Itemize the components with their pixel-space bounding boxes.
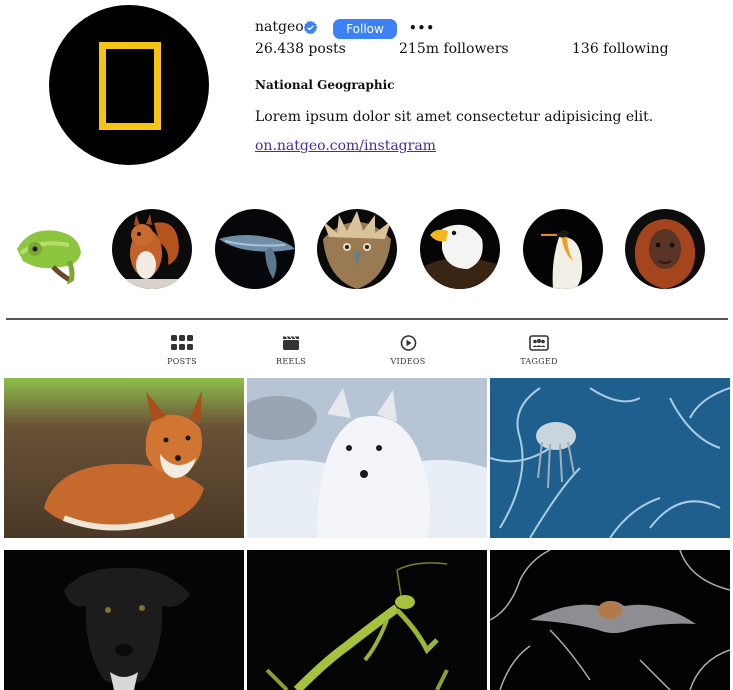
grid-icon	[171, 335, 193, 350]
highlight-whale[interactable]	[215, 209, 295, 289]
followers-count[interactable]: 215m followers	[399, 41, 509, 57]
posts-count[interactable]: 26.438 posts	[255, 41, 346, 57]
highlight-orangutan[interactable]	[625, 209, 705, 289]
tab-reels-label: REELS	[276, 357, 306, 366]
play-icon	[400, 335, 416, 351]
tab-tagged-label: TAGGED	[520, 357, 558, 366]
tab-posts-label: POSTS	[167, 357, 197, 366]
verified-badge-icon	[303, 20, 318, 35]
section-divider	[6, 318, 728, 320]
tab-videos[interactable]: VIDEOS	[373, 335, 443, 366]
bio-link[interactable]: on.natgeo.com/instagram	[255, 138, 436, 154]
post-bat[interactable]	[490, 550, 730, 690]
follow-button[interactable]: Follow	[333, 19, 397, 39]
bio-name: National Geographic	[255, 78, 395, 92]
highlight-bald-eagle[interactable]	[420, 209, 500, 289]
clapperboard-icon	[283, 336, 299, 350]
tab-tagged[interactable]: TAGGED	[504, 335, 574, 366]
tab-reels[interactable]: REELS	[256, 335, 326, 366]
post-jellyfish[interactable]	[490, 378, 730, 538]
post-arctic-fox[interactable]	[247, 378, 487, 538]
highlight-chameleon[interactable]	[9, 209, 89, 289]
following-count[interactable]: 136 following	[572, 41, 669, 57]
bio-text: Lorem ipsum dolor sit amet consectetur a…	[255, 109, 654, 125]
more-options-button[interactable]: •••	[409, 22, 435, 34]
profile-avatar[interactable]	[49, 5, 209, 165]
natgeo-logo-frame	[99, 42, 161, 130]
tab-videos-label: VIDEOS	[390, 357, 426, 366]
highlight-penguin[interactable]	[523, 209, 603, 289]
post-dog[interactable]	[4, 550, 244, 690]
highlight-philippine-eagle[interactable]	[317, 209, 397, 289]
tab-posts[interactable]: POSTS	[147, 335, 217, 366]
highlight-squirrel[interactable]	[112, 209, 192, 289]
profile-username: natgeo	[255, 19, 304, 35]
post-red-fox[interactable]	[4, 378, 244, 538]
post-mantis[interactable]	[247, 550, 487, 690]
tagged-icon	[529, 335, 549, 351]
